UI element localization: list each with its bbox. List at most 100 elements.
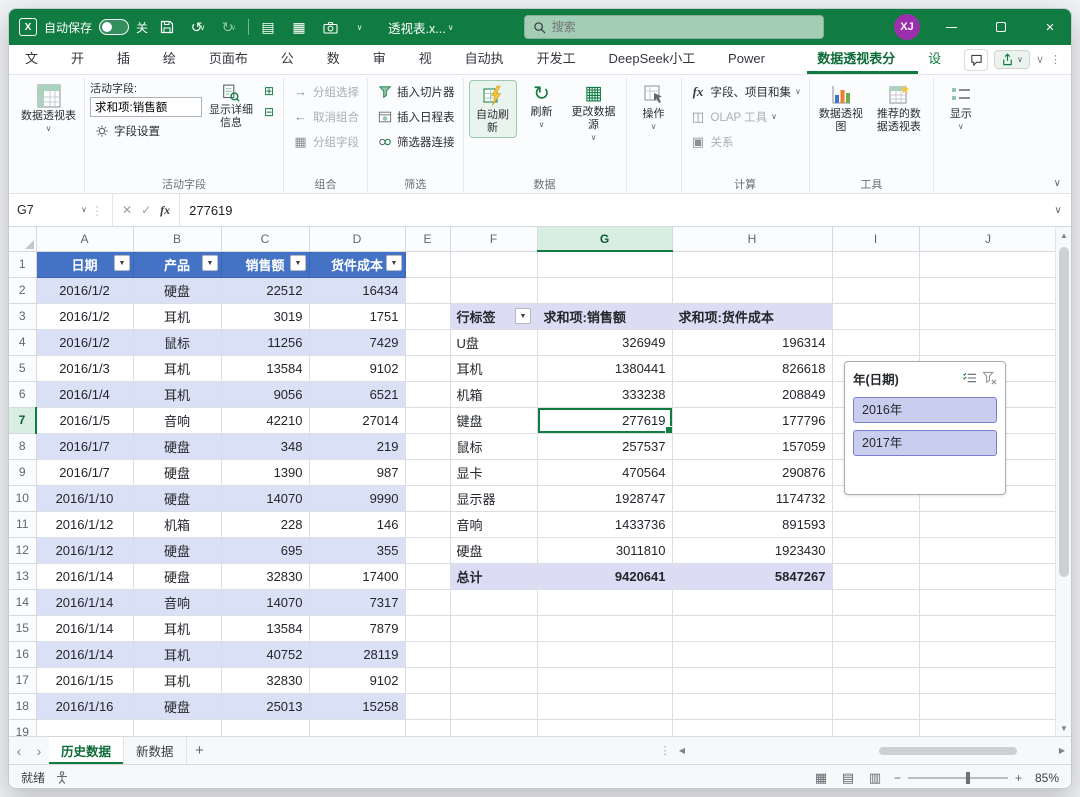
cell-H18[interactable] [672, 693, 833, 720]
col-header-G[interactable]: G [537, 227, 673, 252]
row-header-11[interactable]: 11 [9, 511, 37, 538]
cell-F1[interactable] [450, 251, 538, 278]
cell-D15[interactable]: 7879 [309, 615, 406, 642]
cell-J4[interactable] [919, 329, 1058, 356]
scroll-left-icon[interactable]: ◀ [675, 746, 689, 755]
cell-C12[interactable]: 695 [221, 537, 310, 564]
add-sheet-icon[interactable]: + [187, 737, 213, 764]
row-header-19[interactable]: 19 [9, 719, 37, 736]
cell-I19[interactable] [832, 719, 920, 736]
group-field-button[interactable]: ▦ 分组字段 [289, 130, 362, 153]
cell-C8[interactable]: 348 [221, 433, 310, 460]
ribbon-tab-自动执行[interactable]: 自动执行 [455, 45, 527, 94]
search-box[interactable] [523, 15, 824, 39]
sheet-nav-next-icon[interactable]: › [29, 737, 49, 764]
select-all-corner[interactable] [9, 227, 37, 252]
col-header-H[interactable]: H [672, 227, 833, 252]
cell-C14[interactable]: 14070 [221, 589, 310, 616]
recommended-pivottables-button[interactable]: 推荐的数据透视表 [870, 80, 928, 136]
cell-B11[interactable]: 机箱 [133, 511, 222, 538]
cell-E1[interactable] [405, 251, 451, 278]
cell-J15[interactable] [919, 615, 1058, 642]
ribbon-tab-设计[interactable]: 设计 [918, 45, 964, 94]
cell-G14[interactable] [537, 589, 673, 616]
fields-items-sets-button[interactable]: fx 字段、项目和集 ∨ [687, 80, 804, 103]
cell-A16[interactable]: 2016/1/14 [36, 641, 134, 668]
cell-G12[interactable]: 3011810 [537, 537, 673, 564]
insert-slicer-button[interactable]: 插入切片器 [373, 80, 458, 103]
redo-button[interactable]: ↻ ∨ [217, 14, 241, 40]
col-header-F[interactable]: F [450, 227, 538, 252]
cell-E7[interactable] [405, 407, 451, 434]
cell-E11[interactable] [405, 511, 451, 538]
cell-H14[interactable] [672, 589, 833, 616]
pivottable-button[interactable]: 数据透视表 ∨ [18, 80, 79, 135]
cell-J13[interactable] [919, 563, 1058, 590]
cell-G4[interactable]: 326949 [537, 329, 673, 356]
expand-field-icon[interactable]: ⊞ [260, 82, 278, 100]
zoom-slider[interactable] [907, 771, 1008, 784]
cell-A13[interactable]: 2016/1/14 [36, 563, 134, 590]
scroll-down-icon[interactable]: ▼ [1056, 720, 1071, 736]
cell-B8[interactable]: 硬盘 [133, 433, 222, 460]
insert-timeline-button[interactable]: 插入日程表 [373, 105, 458, 128]
collapse-ribbon-icon[interactable]: ∨ [1054, 178, 1061, 189]
formula-input[interactable]: 277619 [180, 194, 1045, 226]
cell-E9[interactable] [405, 459, 451, 486]
cell-E16[interactable] [405, 641, 451, 668]
cell-A4[interactable]: 2016/1/2 [36, 329, 134, 356]
cell-C7[interactable]: 42210 [221, 407, 310, 434]
page-layout-view-icon[interactable]: ▤ [839, 770, 857, 786]
cancel-icon[interactable]: ✕ [122, 203, 132, 217]
row-header-6[interactable]: 6 [9, 381, 37, 408]
cell-E12[interactable] [405, 537, 451, 564]
col-header-I[interactable]: I [832, 227, 920, 252]
cell-F12[interactable]: 硬盘 [450, 537, 538, 564]
change-data-source-button[interactable]: ▦ 更改数据源 ∨ [567, 80, 621, 144]
cell-H8[interactable]: 157059 [672, 433, 833, 460]
scrollbar-splitter-icon[interactable]: ⋮ [657, 737, 673, 764]
cell-C18[interactable]: 25013 [221, 693, 310, 720]
slicer-item[interactable]: 2017年 [853, 430, 997, 456]
cell-A15[interactable]: 2016/1/14 [36, 615, 134, 642]
cell-B3[interactable]: 耳机 [133, 303, 222, 330]
cell-A12[interactable]: 2016/1/12 [36, 537, 134, 564]
cell-C15[interactable]: 13584 [221, 615, 310, 642]
cell-F15[interactable] [450, 615, 538, 642]
actions-button[interactable]: 操作 ∨ [632, 80, 676, 133]
cell-E15[interactable] [405, 615, 451, 642]
scroll-up-icon[interactable]: ▲ [1056, 227, 1071, 243]
cell-E14[interactable] [405, 589, 451, 616]
cell-F5[interactable]: 耳机 [450, 355, 538, 382]
cell-B16[interactable]: 耳机 [133, 641, 222, 668]
ribbon-tab-绘图[interactable]: 绘图 [153, 45, 199, 94]
cell-G5[interactable]: 1380441 [537, 355, 673, 382]
horizontal-scrollbar-thumb[interactable] [879, 746, 1017, 755]
cell-G13[interactable]: 9420641 [537, 563, 673, 590]
vertical-scrollbar-thumb[interactable] [1059, 247, 1069, 577]
cell-A19[interactable] [36, 719, 134, 736]
slicer-item[interactable]: 2016年 [853, 397, 997, 423]
cell-C5[interactable]: 13584 [221, 355, 310, 382]
cell-E4[interactable] [405, 329, 451, 356]
minimize-button[interactable] [931, 9, 973, 45]
ribbon-tab-DeepSeek小工具[interactable]: DeepSeek小工具 [599, 45, 719, 94]
col-header-C[interactable]: C [221, 227, 310, 252]
row-header-3[interactable]: 3 [9, 303, 37, 330]
cell-D13[interactable]: 17400 [309, 563, 406, 590]
cell-H11[interactable]: 891593 [672, 511, 833, 538]
cell-H1[interactable] [672, 251, 833, 278]
cell-J2[interactable] [919, 277, 1058, 304]
horizontal-scrollbar[interactable]: ◀ ▶ [673, 737, 1071, 764]
cell-B14[interactable]: 音响 [133, 589, 222, 616]
cell-H10[interactable]: 1174732 [672, 485, 833, 512]
name-box-input[interactable] [17, 203, 77, 217]
cell-D5[interactable]: 9102 [309, 355, 406, 382]
cell-A14[interactable]: 2016/1/14 [36, 589, 134, 616]
comments-button[interactable] [964, 48, 989, 71]
cell-I15[interactable] [832, 615, 920, 642]
cell-I4[interactable] [832, 329, 920, 356]
cell-D2[interactable]: 16434 [309, 277, 406, 304]
auto-refresh-button[interactable]: 自动刷新 [468, 80, 517, 138]
share-button[interactable]: ∨ [994, 50, 1030, 69]
